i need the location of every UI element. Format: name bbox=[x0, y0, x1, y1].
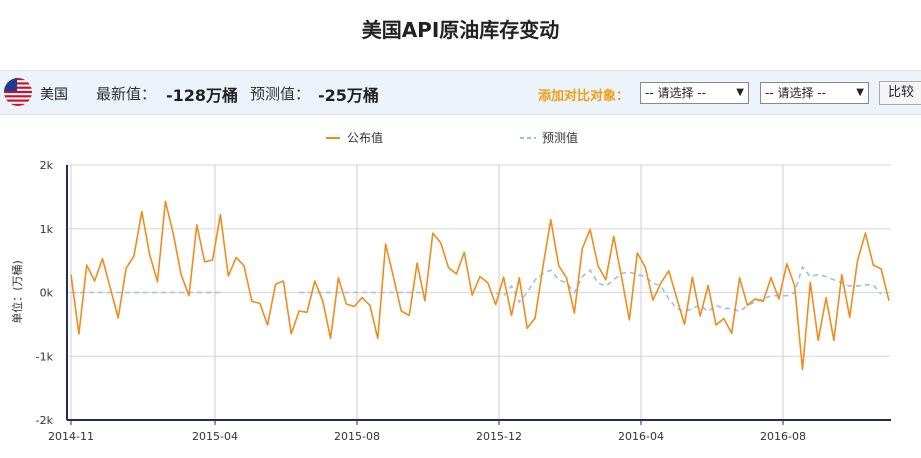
y-tick-label: -2k bbox=[36, 414, 54, 427]
legend-label-forecast[interactable]: 预测值 bbox=[542, 130, 578, 145]
series-line-actual bbox=[70, 200, 890, 371]
y-tick-labels: 2k 1k 0k -1k -2k bbox=[36, 159, 54, 427]
legend-label-actual[interactable]: 公布值 bbox=[347, 130, 383, 145]
x-tick-label: 2014-11 bbox=[48, 430, 94, 443]
x-tick-labels: 2014-11 2015-04 2015-08 2015-12 2016-04 2016-… bbox=[48, 430, 806, 443]
x-tick-label: 2016-04 bbox=[618, 430, 664, 443]
x-tick-label: 2015-12 bbox=[476, 430, 522, 443]
chart-canvas: 公布值 预测值 2k 1k 0k -1k -2k 2014-11 2015-04 2015-… bbox=[10, 130, 891, 443]
x-tick-label: 2015-08 bbox=[334, 430, 380, 443]
y-axis-label: 单位：(万桶) bbox=[10, 260, 24, 324]
y-tick-label: -1k bbox=[36, 350, 54, 363]
y-tick-label: 0k bbox=[40, 287, 54, 300]
y-tick-label: 1k bbox=[40, 223, 54, 236]
chart-axes bbox=[66, 165, 891, 425]
chart-legend: 公布值 预测值 bbox=[326, 130, 578, 145]
chart-series bbox=[70, 200, 890, 371]
y-tick-label: 2k bbox=[40, 159, 54, 172]
x-tick-label: 2015-04 bbox=[192, 430, 238, 443]
x-tick-label: 2016-08 bbox=[760, 430, 806, 443]
